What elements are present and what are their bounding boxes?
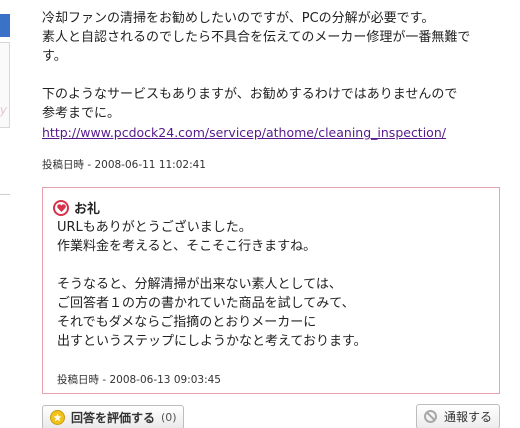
- thanks-line: ご回答者１の方の書かれていた商品を試してみて、: [57, 296, 355, 311]
- answer-line: 冷却ファンの清掃をお勧めしたいのですが、PCの分解が必要です。: [42, 11, 435, 26]
- star-icon: [50, 410, 65, 425]
- rate-answer-label: 回答を評価する: [71, 411, 156, 425]
- thanks-title: お礼: [74, 202, 101, 217]
- prohibited-icon: [424, 410, 437, 423]
- user-thumbnail: y: [0, 42, 10, 128]
- reference-link[interactable]: http://www.pcdock24.com/servicep/athome/…: [42, 125, 446, 140]
- rate-count: (0): [161, 411, 177, 424]
- qa-page: y 冷却ファンの清掃をお勧めしたいのですが、PCの分解が必要です。 素人と自認さ…: [0, 0, 520, 428]
- thanks-line: 出すというステップにしようかなと考えております。: [57, 334, 367, 349]
- sidebar-accent-bar: [0, 14, 10, 37]
- thanks-line: 作業料金を考えると、そこそこ行きますね。: [57, 239, 317, 254]
- heart-icon: [53, 199, 69, 216]
- thanks-line: それでもダメならご指摘のとおりメーカーに: [57, 315, 317, 330]
- thanks-line: URLもありがとうございました。: [57, 220, 252, 235]
- thanks-text: URLもありがとうございました。 作業料金を考えると、そこそこ行きますね。 そう…: [57, 218, 487, 351]
- thanks-header: お礼: [53, 198, 100, 217]
- rate-answer-button[interactable]: 回答を評価する (0): [42, 405, 184, 428]
- thanks-post-date: 投稿日時 - 2008-06-13 09:03:45: [57, 374, 221, 386]
- answer-line: す。: [42, 49, 67, 64]
- thanks-box: お礼 URLもありがとうございました。 作業料金を考えると、そこそこ行きますね。…: [42, 187, 500, 394]
- answer-line: 素人と自認されるのでしたら不具合を伝えてのメーカー修理が一番無難で: [42, 30, 471, 45]
- answer-line: 参考までに。: [42, 106, 121, 121]
- answer-line: 下のようなサービスもありますが、お勧めするわけではありませんので: [42, 87, 458, 102]
- gutter-divider: [0, 194, 10, 195]
- answer-post-date: 投稿日時 - 2008-06-11 11:02:41: [42, 159, 206, 171]
- thumbnail-partial-text: y: [0, 103, 7, 117]
- answer-body: 冷却ファンの清掃をお勧めしたいのですが、PCの分解が必要です。 素人と自認される…: [42, 9, 512, 143]
- report-button[interactable]: 通報する: [416, 404, 500, 428]
- report-label: 通報する: [444, 410, 493, 424]
- thanks-line: そうなると、分解清掃が出来ない素人としては、: [57, 277, 342, 292]
